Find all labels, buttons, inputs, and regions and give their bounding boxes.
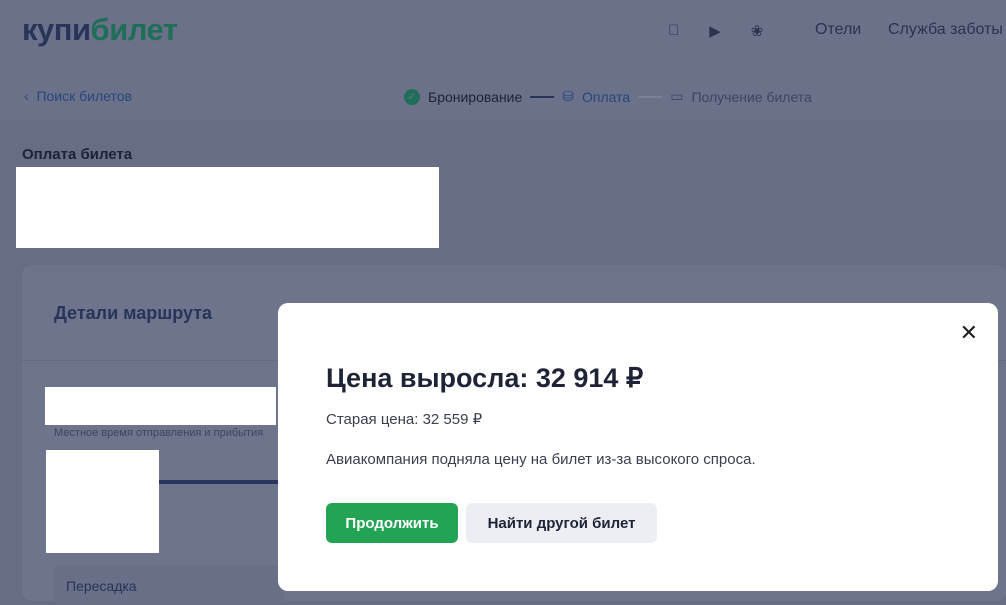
logo[interactable]: купибилет [22, 12, 178, 48]
nav-hotels[interactable]: Отели [815, 21, 861, 39]
continue-button[interactable]: Продолжить [326, 503, 458, 543]
close-icon[interactable]: ✕ [960, 320, 978, 346]
logo-text: билет [90, 12, 179, 47]
local-time-note: Местное время отправления и прибытия [54, 427, 264, 439]
dialog-title: Цена выросла: 32 914 ₽ [326, 363, 644, 393]
ticket-icon: ▭ [670, 88, 684, 104]
old-price: Старая цена: 32 559 ₽ [326, 411, 483, 428]
route-title: Детали маршрута [54, 303, 213, 323]
step-ticket: Получение билета [691, 88, 812, 105]
step-payment: Оплата [582, 88, 631, 105]
payment-icon: ⛁ [562, 88, 575, 104]
step-booking: Бронирование [428, 88, 523, 105]
check-icon: ✓ [404, 88, 420, 105]
page-title: Оплата билета [22, 146, 133, 163]
google-play-icon[interactable]: ▶ [709, 22, 721, 40]
progress-steps: ✓ Бронирование ⛁ Оплата ▭ Получение биле… [404, 88, 812, 105]
back-link[interactable]: ‹ Поиск билетов [24, 88, 132, 104]
chevron-left-icon: ‹ [24, 88, 37, 104]
price-change-dialog: ✕ Цена выросла: 32 914 ₽ Старая цена: 32… [278, 303, 998, 591]
logo-text: купи [22, 12, 91, 47]
step-divider [638, 95, 663, 98]
nav-support[interactable]: Служба заботы [888, 21, 1003, 39]
redacted-block [45, 387, 276, 425]
back-label: Поиск билетов [36, 88, 132, 104]
step-divider [530, 95, 555, 98]
apple-icon[interactable]:  [668, 22, 679, 40]
redacted-block [16, 167, 439, 248]
header: купибилет  ▶ ❀ Отели Служба заботы ‹ По… [0, 0, 1006, 120]
find-other-ticket-button[interactable]: Найти другой билет [466, 503, 657, 543]
huawei-icon[interactable]: ❀ [751, 22, 764, 40]
dialog-message: Авиакомпания подняла цену на билет из-за… [326, 451, 756, 468]
transfer-section: Пересадка [54, 565, 284, 605]
redacted-block [46, 450, 159, 553]
route-line [159, 480, 279, 484]
